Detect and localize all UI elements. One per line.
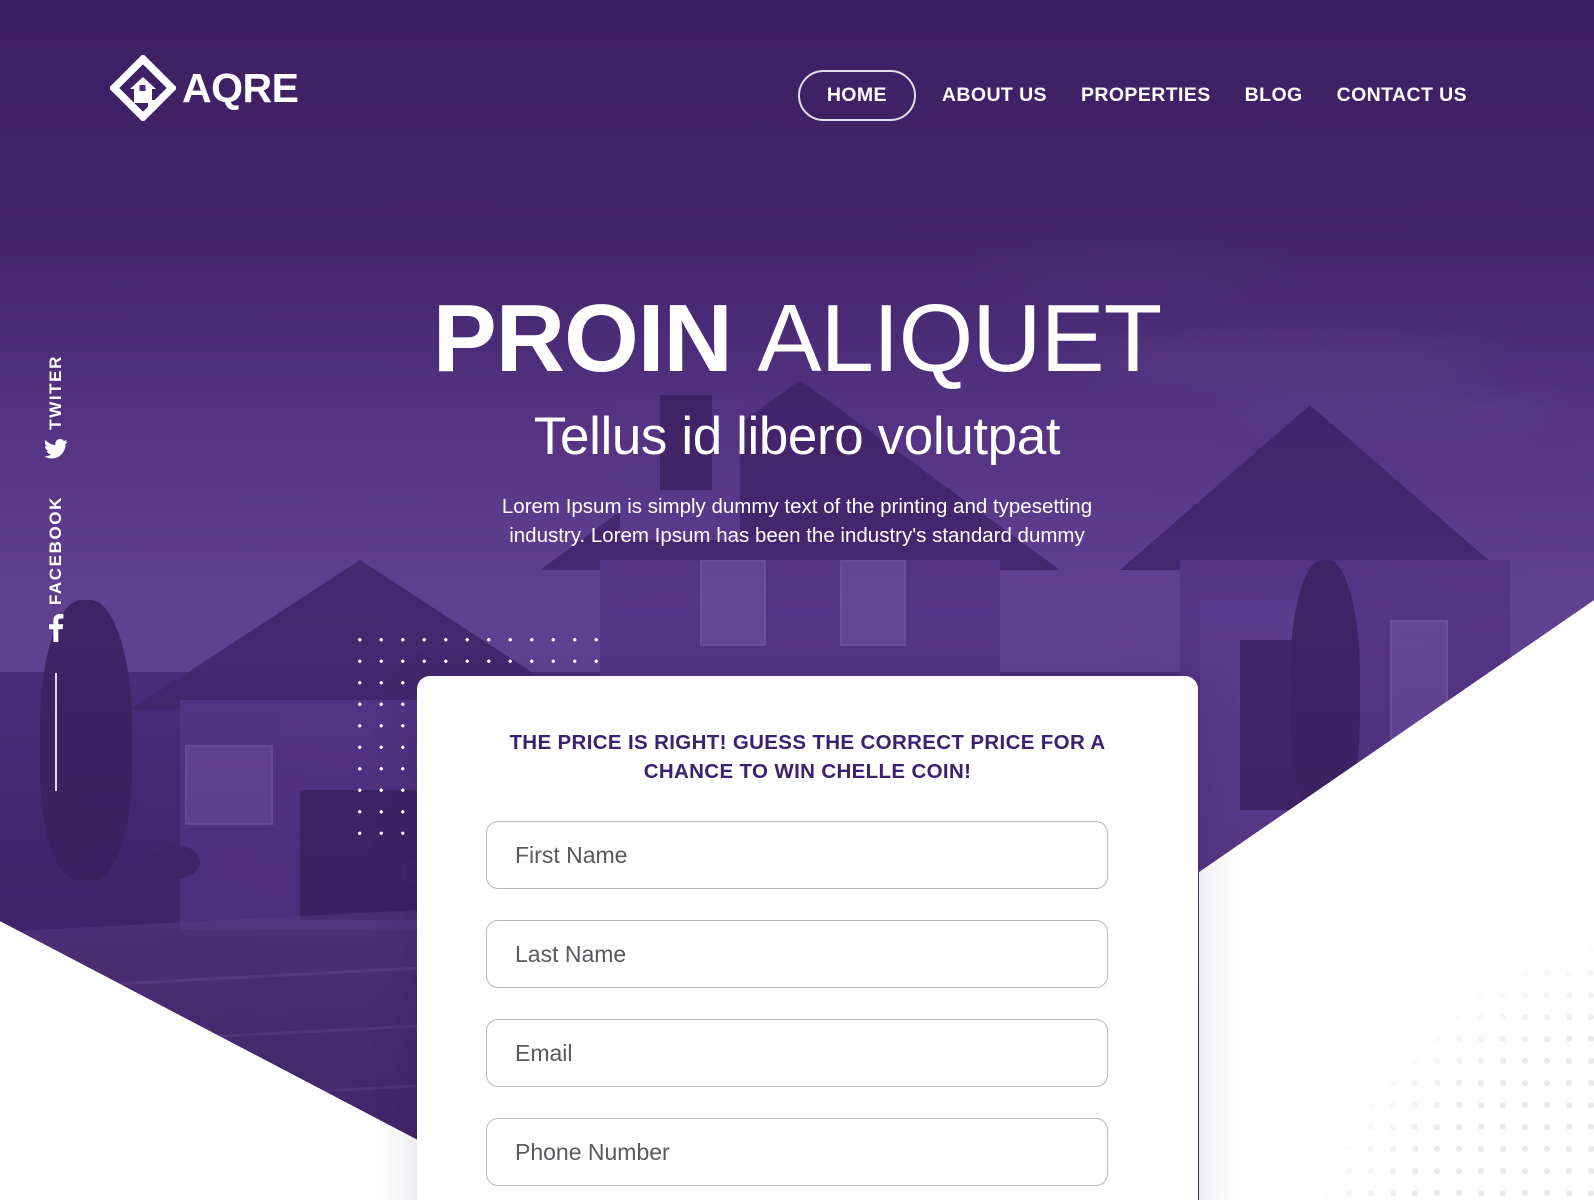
first-name-input[interactable] [486, 821, 1108, 890]
diamond-house-icon [110, 55, 176, 121]
hero-subheadline: Tellus id libero volutpat [533, 406, 1061, 466]
social-link-facebook[interactable]: FACEBOOK [46, 496, 66, 649]
nav-item-properties[interactable]: PROPERTIES [1064, 84, 1228, 107]
facebook-f-icon [48, 613, 64, 647]
phone-number-input[interactable] [486, 1118, 1108, 1187]
social-link-twitter[interactable]: TWITER [44, 355, 68, 468]
main-navigation: HOME ABOUT US PROPERTIES BLOG CONTACT US [797, 70, 1484, 121]
nav-item-home[interactable]: HOME [797, 70, 916, 121]
nav-item-contact-us[interactable]: CONTACT US [1320, 84, 1484, 107]
hero-headline-light: ALIQUET [757, 285, 1162, 392]
email-input[interactable] [486, 1019, 1108, 1088]
brand-logo[interactable]: AQRE [110, 55, 299, 121]
hero-headline-strong: PROIN [432, 285, 733, 392]
form-title: THE PRICE IS RIGHT! GUESS THE CORRECT PR… [509, 731, 1106, 784]
guess-price-form-card: THE PRICE IS RIGHT! GUESS THE CORRECT PR… [417, 676, 1198, 1200]
last-name-input[interactable] [486, 920, 1108, 989]
hero-copy: PROIN ALIQUET Tellus id libero volutpat … [0, 290, 1594, 550]
social-rail-line [55, 672, 57, 791]
halftone-arc-decoration [1294, 940, 1594, 1200]
hero-description: Lorem Ipsum is simply dummy text of the … [501, 495, 1093, 548]
social-label-twitter: TWITER [46, 355, 65, 430]
social-rail: TWITER FACEBOOK [44, 355, 68, 791]
hero-headline: PROIN ALIQUET [0, 290, 1594, 388]
site-header: AQRE HOME ABOUT US PROPERTIES BLOG CONTA… [0, 0, 1594, 170]
social-label-facebook: FACEBOOK [46, 495, 65, 605]
twitter-bird-icon [44, 438, 68, 466]
nav-item-blog[interactable]: BLOG [1228, 84, 1320, 107]
landing-page: AQRE HOME ABOUT US PROPERTIES BLOG CONTA… [0, 0, 1594, 1200]
nav-item-about-us[interactable]: ABOUT US [925, 84, 1064, 107]
brand-name: AQRE [182, 64, 299, 111]
